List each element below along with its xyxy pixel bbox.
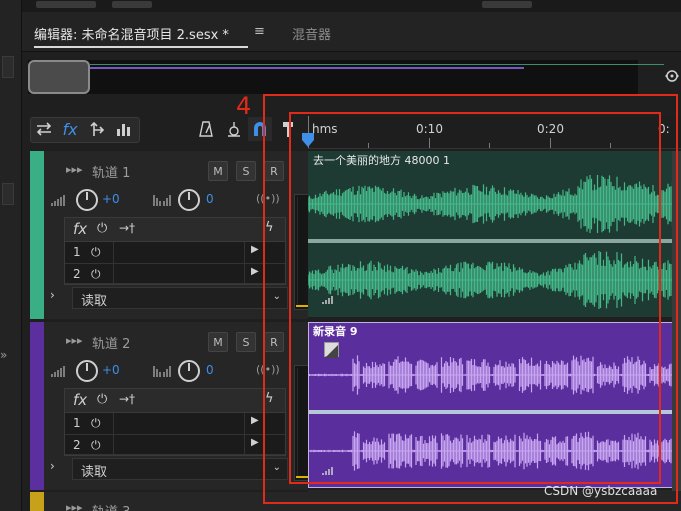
eq-icon[interactable] xyxy=(112,117,136,141)
automation-mode-value: 读取 xyxy=(81,294,108,309)
chevron-right-icon[interactable]: › xyxy=(50,288,55,302)
power-icon[interactable]: ⏻ xyxy=(97,392,107,407)
mute-button[interactable]: M xyxy=(208,161,228,181)
solo-button[interactable]: S xyxy=(236,332,256,352)
snap-icon[interactable] xyxy=(222,117,246,141)
play-arrow-icon[interactable]: ▶ xyxy=(251,415,259,426)
pan-icon xyxy=(153,366,171,377)
fx-slot[interactable]: 1 ⏻ ▶ xyxy=(65,242,285,264)
play-arrow-icon[interactable]: ▶ xyxy=(251,437,259,448)
play-arrow-icon[interactable]: ▶ xyxy=(251,266,259,277)
overview-track-line xyxy=(90,67,524,69)
top-toolbar-strip xyxy=(22,0,681,12)
sends-icon[interactable] xyxy=(86,117,110,141)
overview-zoom-handle[interactable] xyxy=(28,60,90,94)
automation-mode-value: 读取 xyxy=(81,465,108,480)
pan-knob[interactable] xyxy=(178,360,200,382)
effects-rack: fx ⏻ →† ϟ 1 ⏻ ▶ 2 ⏻ ▶ xyxy=(64,217,286,285)
automation-row: › 读取 ⌄ xyxy=(50,458,288,480)
fx-slot[interactable]: 1 ⏻ ▶ xyxy=(65,413,285,435)
fx-slot[interactable]: 2 ⏻ ▶ xyxy=(65,435,285,455)
fx-label: fx xyxy=(73,220,88,238)
pan-value[interactable]: 0 xyxy=(206,192,214,206)
active-tab-indicator xyxy=(34,46,248,48)
pre-post-icon[interactable]: →† xyxy=(119,392,135,406)
power-icon[interactable]: ⏻ xyxy=(91,245,101,260)
effects-rack-header: fx ⏻ →† ϟ xyxy=(65,389,285,413)
fx-slot-number: 2 xyxy=(73,267,81,281)
panel-menu-icon[interactable]: ≡ xyxy=(254,24,265,39)
automation-mode-select[interactable]: 读取 ⌄ xyxy=(72,287,288,309)
pan-icon xyxy=(153,195,171,206)
waveform-track-icon: ▸▸▸ xyxy=(66,501,83,511)
fx-slot-cell[interactable] xyxy=(113,264,245,283)
fx-slot-number: 1 xyxy=(73,416,81,430)
volume-icon xyxy=(51,195,65,206)
tab-bar: 编辑器: 未命名混音项目 2.sesx * ≡ 混音器 xyxy=(22,12,681,52)
toolbar-item[interactable] xyxy=(482,1,532,8)
volume-pan-row: +0 0 ((•)) xyxy=(50,360,290,384)
left-panel-widget xyxy=(2,56,14,78)
left-panel-edge: » xyxy=(0,0,22,511)
tab-editor[interactable]: 编辑器: 未命名混音项目 2.sesx * xyxy=(34,24,229,43)
chevron-right-icon[interactable]: » xyxy=(0,348,7,362)
pan-knob[interactable] xyxy=(178,189,200,211)
volume-icon xyxy=(51,366,65,377)
chevron-right-icon[interactable]: › xyxy=(50,459,55,473)
track-color-bar xyxy=(30,151,44,319)
pre-post-icon[interactable]: →† xyxy=(119,221,135,235)
track-color-bar xyxy=(30,322,44,490)
metronome-icon[interactable] xyxy=(194,117,218,141)
tab-mixer[interactable]: 混音器 xyxy=(292,24,331,43)
effects-rack: fx ⏻ →† ϟ 1 ⏻ ▶ 2 ⏻ ▶ xyxy=(64,388,286,456)
fx-slot-cell[interactable] xyxy=(113,413,245,435)
overview-track-line xyxy=(90,64,664,65)
pan-value[interactable]: 0 xyxy=(206,363,214,377)
fx-slot-cell[interactable] xyxy=(113,242,245,264)
volume-knob[interactable] xyxy=(76,360,98,382)
fx-label: fx xyxy=(73,391,88,409)
annotation-box-inner xyxy=(289,112,661,484)
track-name[interactable]: 轨道 1 xyxy=(92,162,130,181)
annotation-number: 4 xyxy=(236,92,252,120)
effects-rack-header: fx ⏻ →† ϟ xyxy=(65,218,285,242)
fx-slot[interactable]: 2 ⏻ ▶ xyxy=(65,264,285,284)
volume-value[interactable]: +0 xyxy=(102,192,120,206)
fx-icon[interactable]: fx xyxy=(58,117,82,141)
toolbar-item[interactable] xyxy=(112,1,152,8)
multitrack-editor: » 编辑器: 未命名混音项目 2.sesx * ≡ 混音器 fx hms 0:1… xyxy=(0,0,681,511)
power-icon[interactable]: ⏻ xyxy=(97,221,107,236)
session-overview[interactable] xyxy=(28,60,664,94)
swap-icon[interactable] xyxy=(32,117,56,141)
mute-button[interactable]: M xyxy=(208,332,228,352)
automation-row: › 读取 ⌄ xyxy=(50,287,288,309)
watermark: CSDN @ysbzcaaaa xyxy=(544,484,658,498)
track-name[interactable]: 轨道 3 xyxy=(92,501,130,511)
solo-button[interactable]: S xyxy=(236,161,256,181)
toolbar-item[interactable] xyxy=(36,1,96,8)
power-icon[interactable]: ⏻ xyxy=(91,267,101,282)
automation-mode-select[interactable]: 读取 ⌄ xyxy=(72,458,288,480)
zoom-navigator-icon[interactable] xyxy=(664,66,679,86)
volume-knob[interactable] xyxy=(76,189,98,211)
waveform-track-icon: ▸▸▸ xyxy=(66,163,83,176)
fx-slot-number: 2 xyxy=(73,438,81,452)
power-icon[interactable]: ⏻ xyxy=(91,416,101,431)
left-panel-widget xyxy=(2,183,14,205)
volume-value[interactable]: +0 xyxy=(102,363,120,377)
track-toolbar: fx xyxy=(30,117,300,143)
volume-pan-row: +0 0 ((•)) xyxy=(50,189,290,213)
fx-slot-cell[interactable] xyxy=(113,435,245,454)
track-color-bar xyxy=(30,492,44,511)
play-arrow-icon[interactable]: ▶ xyxy=(251,244,259,255)
fx-slot-number: 1 xyxy=(73,245,81,259)
waveform-track-icon: ▸▸▸ xyxy=(66,334,83,347)
power-icon[interactable]: ⏻ xyxy=(91,438,101,453)
track-name[interactable]: 轨道 2 xyxy=(92,333,130,352)
